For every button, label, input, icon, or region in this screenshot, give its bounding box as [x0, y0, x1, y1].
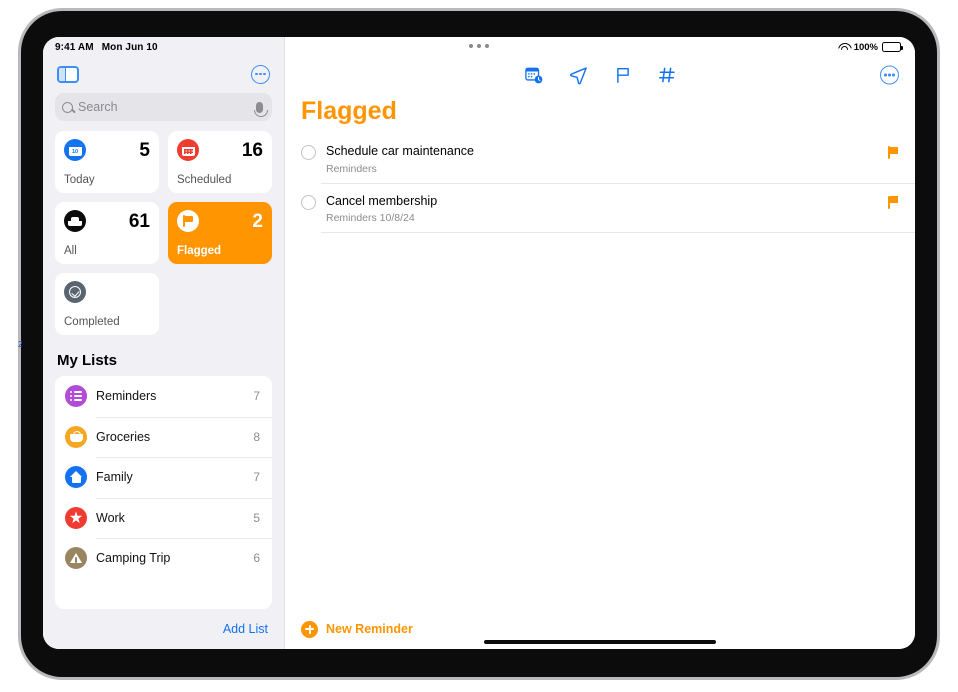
sidebar: 9:41 AM Mon Jun 10 Search 10 5 Today 16 …	[43, 37, 285, 649]
main-more-options-icon[interactable]	[880, 65, 899, 85]
reminder-title: Cancel membership	[326, 193, 438, 208]
star-icon	[65, 506, 87, 529]
scheduled-count: 16	[241, 139, 263, 161]
hashtag-icon[interactable]	[658, 66, 676, 84]
status-date: Mon Jun 10	[101, 41, 158, 53]
list-count: 8	[253, 429, 260, 444]
flagged-label: Flagged	[177, 245, 222, 257]
reminder-checkbox[interactable]	[301, 194, 316, 210]
main-toolbar	[285, 57, 915, 93]
plus-circle-icon[interactable]	[301, 620, 318, 638]
search-icon	[62, 101, 73, 113]
list-item-camping-trip[interactable]: Camping Trip 6	[55, 538, 272, 579]
smart-list-flagged[interactable]: 2 Flagged	[168, 202, 272, 264]
microphone-icon[interactable]	[253, 101, 268, 117]
list-name: Work	[96, 510, 125, 525]
my-lists-header: My Lists	[57, 352, 118, 369]
list-name: Reminders	[96, 389, 157, 404]
list-name: Family	[96, 470, 133, 485]
list-count: 5	[253, 510, 260, 525]
sidebar-top-row	[43, 57, 284, 91]
calendar-day-icon: 10	[64, 139, 86, 161]
status-bar-left: 9:41 AM Mon Jun 10	[43, 37, 284, 57]
reminder-subtitle: Reminders 10/8/24	[326, 212, 415, 225]
sidebar-more-options-icon[interactable]	[251, 64, 270, 84]
smart-list-scheduled[interactable]: 16 Scheduled	[168, 131, 272, 193]
battery-percent: 100%	[853, 41, 878, 53]
smart-list-completed[interactable]: Completed	[55, 273, 159, 335]
reminder-row[interactable]: Cancel membership Reminders 10/8/24	[285, 184, 915, 234]
list-item-reminders[interactable]: Reminders 7	[55, 376, 272, 417]
bullet-list-icon	[65, 385, 87, 408]
all-count: 61	[128, 210, 150, 232]
reminder-body: Cancel membership Reminders 10/8/24	[326, 194, 878, 225]
list-count: 6	[253, 551, 260, 566]
today-label: Today	[64, 174, 95, 186]
list-count: 7	[253, 470, 260, 485]
flag-icon	[177, 210, 199, 232]
basket-icon	[65, 425, 87, 448]
main-content: 100% Flagged Schedule car maintenance Re…	[285, 37, 915, 649]
status-bar-right: 100%	[285, 37, 915, 57]
smart-list-today[interactable]: 10 5 Today	[55, 131, 159, 193]
completed-label: Completed	[64, 316, 120, 328]
reminder-row[interactable]: Schedule car maintenance Reminders	[285, 134, 915, 184]
list-name: Groceries	[96, 429, 151, 444]
reminder-checkbox[interactable]	[301, 145, 316, 160]
house-icon	[65, 466, 87, 489]
location-arrow-icon[interactable]	[569, 66, 588, 85]
calendar-icon	[177, 139, 199, 161]
flag-outline-icon[interactable]	[614, 66, 632, 84]
list-item-groceries[interactable]: Groceries 8	[55, 416, 272, 458]
page-title: Flagged	[301, 97, 397, 125]
search-input[interactable]	[78, 100, 251, 114]
smart-list-all[interactable]: 61 All	[55, 202, 159, 264]
reminders-list: Schedule car maintenance Reminders Cance…	[285, 134, 915, 609]
edge-marker: 2	[18, 340, 23, 349]
home-indicator[interactable]	[484, 640, 716, 644]
ipad-screen: 9:41 AM Mon Jun 10 Search 10 5 Today 16 …	[43, 37, 915, 649]
list-name: Camping Trip	[96, 551, 171, 566]
battery-full-icon	[882, 42, 903, 52]
calendar-clock-icon[interactable]	[524, 66, 543, 84]
all-label: All	[64, 245, 77, 257]
wifi-icon	[838, 43, 850, 52]
reminder-subtitle: Reminders	[326, 162, 377, 175]
sidebar-footer: Add List	[43, 609, 284, 649]
today-count: 5	[139, 139, 150, 161]
device-bezel: 9:41 AM Mon Jun 10 Search 10 5 Today 16 …	[21, 11, 937, 677]
inbox-tray-icon	[64, 210, 86, 232]
smart-lists-grid: 10 5 Today 16 Scheduled 61 All 2 Flagged…	[43, 121, 284, 335]
my-lists-container: Reminders 7 Groceries 8 Family 7 Work 5 …	[55, 376, 272, 609]
reminder-title: Schedule car maintenance	[326, 144, 475, 158]
check-circle-icon	[64, 281, 86, 303]
reminder-flag-icon[interactable]	[888, 195, 899, 209]
status-time: 9:41 AM	[55, 41, 94, 53]
new-reminder-button[interactable]: New Reminder	[326, 622, 413, 636]
ipad-device-frame: 9:41 AM Mon Jun 10 Search 10 5 Today 16 …	[18, 8, 940, 680]
add-list-button[interactable]: Add List	[223, 622, 268, 636]
camera-dots-icon	[469, 44, 489, 48]
search-bar[interactable]	[55, 93, 272, 121]
list-item-work[interactable]: Work 5	[55, 497, 272, 539]
tent-icon	[65, 547, 87, 570]
reminder-flag-icon[interactable]	[888, 146, 899, 159]
scheduled-label: Scheduled	[177, 174, 232, 186]
sidebar-toggle-icon[interactable]	[57, 65, 79, 83]
list-count: 7	[253, 389, 260, 404]
flagged-count: 2	[252, 210, 263, 232]
reminder-body: Schedule car maintenance Reminders	[326, 144, 878, 175]
search-container	[43, 91, 284, 121]
list-item-family[interactable]: Family 7	[55, 457, 272, 498]
